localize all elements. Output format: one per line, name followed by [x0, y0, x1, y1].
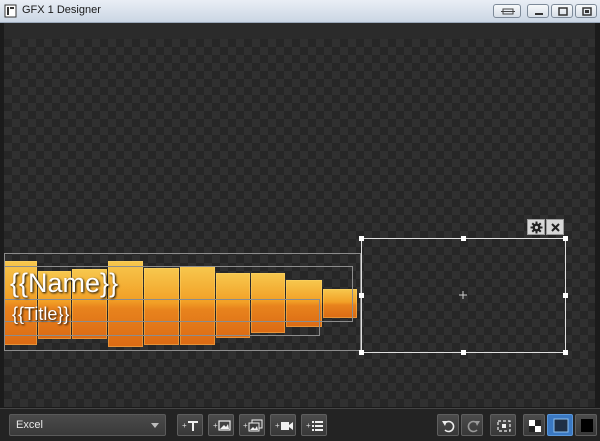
svg-text:+: +	[243, 421, 248, 430]
maximize-button[interactable]	[551, 4, 573, 18]
fit-screen-button[interactable]	[490, 414, 516, 436]
fit-screen-icon	[497, 420, 511, 432]
resize-handle-top-right[interactable]	[563, 236, 568, 241]
svg-text:+: +	[275, 421, 280, 430]
restore-layout-icon	[501, 8, 515, 15]
svg-text:+: +	[213, 421, 218, 430]
checker-background-button[interactable]	[523, 414, 545, 436]
minimize-button[interactable]	[527, 4, 549, 18]
resize-handle-right[interactable]	[563, 293, 568, 298]
design-canvas[interactable]: {{Name}} {{Title}}	[4, 23, 595, 407]
close-icon	[551, 223, 560, 232]
restore-layout-button[interactable]	[493, 4, 521, 18]
resize-handle-left[interactable]	[359, 293, 364, 298]
svg-text:+: +	[306, 421, 311, 430]
app-icon	[4, 4, 17, 18]
window-titlebar: GFX 1 Designer	[0, 0, 600, 23]
window-title: GFX 1 Designer	[22, 4, 101, 16]
data-source-select[interactable]: Excel	[9, 414, 166, 436]
element-settings-button[interactable]	[527, 219, 545, 235]
undo-icon	[442, 420, 455, 433]
blue-background-icon	[553, 418, 569, 433]
chevron-down-icon	[151, 423, 159, 428]
redo-icon	[467, 420, 480, 433]
add-video-button[interactable]: +	[270, 414, 296, 436]
add-gallery-icon: +	[243, 419, 263, 432]
add-text-icon: +	[182, 421, 198, 431]
name-placeholder-text[interactable]: {{Name}}	[10, 268, 118, 299]
add-text-button[interactable]: +	[177, 414, 203, 436]
data-source-value: Excel	[16, 419, 43, 431]
black-background-button[interactable]	[575, 414, 597, 436]
title-placeholder-text[interactable]: {{Title}}	[12, 304, 69, 325]
redo-button[interactable]	[461, 414, 483, 436]
add-list-button[interactable]: +	[301, 414, 327, 436]
resize-handle-top[interactable]	[461, 236, 466, 241]
resize-handle-bottom[interactable]	[461, 350, 466, 355]
bottom-toolbar: Excel + + + + +	[0, 408, 600, 441]
blue-background-button[interactable]	[547, 414, 573, 436]
add-gallery-button[interactable]: +	[239, 414, 265, 436]
resize-handle-top-left[interactable]	[359, 236, 364, 241]
resize-handle-bottom-left[interactable]	[359, 350, 364, 355]
maximize-icon	[558, 7, 568, 16]
add-image-icon: +	[213, 420, 231, 431]
add-list-icon: +	[306, 421, 323, 431]
close-window-icon	[582, 7, 592, 16]
minimize-icon	[535, 13, 543, 15]
checker-background-icon	[529, 420, 541, 432]
gear-icon	[530, 221, 543, 234]
move-center-icon[interactable]	[459, 291, 467, 299]
svg-text:+: +	[182, 421, 187, 430]
element-delete-button[interactable]	[546, 219, 564, 235]
add-image-button[interactable]: +	[208, 414, 234, 436]
add-video-icon: +	[275, 421, 293, 430]
canvas-top-strip	[4, 23, 595, 39]
resize-handle-bottom-right[interactable]	[563, 350, 568, 355]
black-background-icon	[581, 419, 593, 432]
close-window-button[interactable]	[575, 4, 597, 18]
undo-button[interactable]	[437, 414, 459, 436]
